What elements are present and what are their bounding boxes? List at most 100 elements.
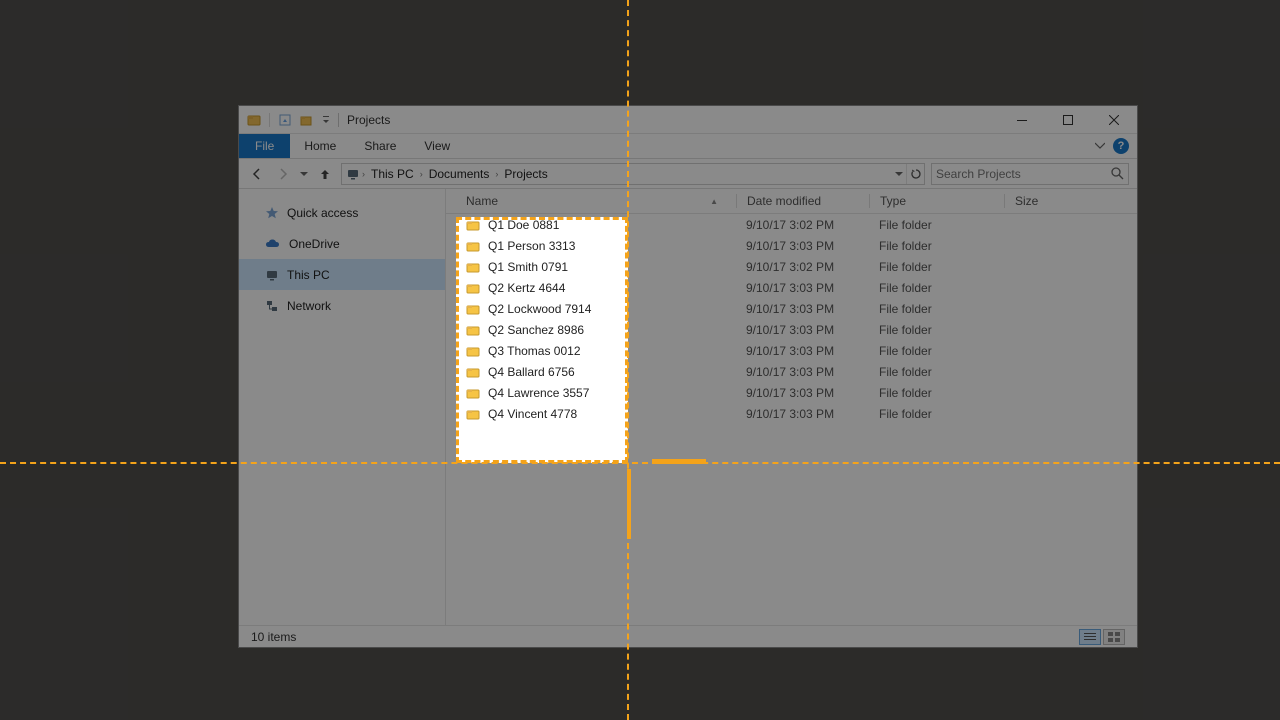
close-button[interactable] <box>1091 106 1137 133</box>
view-large-icons-button[interactable] <box>1103 629 1125 645</box>
file-row[interactable]: Q1 Smith 07919/10/17 3:02 PMFile folder <box>446 256 1137 277</box>
file-row[interactable]: Q4 Vincent 47789/10/17 3:03 PMFile folde… <box>446 403 1137 424</box>
column-headers: Name ▲ Date modified Type Size <box>446 189 1137 214</box>
pc-icon <box>265 268 279 282</box>
search-placeholder: Search Projects <box>936 167 1021 181</box>
file-name: Q3 Thomas 0012 <box>488 344 581 358</box>
file-name: Q1 Smith 0791 <box>488 260 568 274</box>
search-input[interactable]: Search Projects <box>931 163 1129 185</box>
ribbon-expand-icon[interactable] <box>1095 139 1105 153</box>
help-icon[interactable]: ? <box>1113 138 1129 154</box>
quick-access-toolbar <box>239 113 330 127</box>
address-bar[interactable]: › This PC › Documents › Projects <box>341 163 925 185</box>
file-type: File folder <box>869 365 1003 379</box>
search-icon <box>1110 166 1124 183</box>
explorer-window: Projects File Home Share View ? › This P… <box>238 105 1138 648</box>
folder-icon <box>466 218 480 232</box>
file-name: Q1 Doe 0881 <box>488 218 559 232</box>
status-bar: 10 items <box>239 625 1137 647</box>
minimize-button[interactable] <box>999 106 1045 133</box>
tab-share[interactable]: Share <box>350 134 410 158</box>
file-date: 9/10/17 3:02 PM <box>736 218 869 232</box>
navitem-onedrive[interactable]: OneDrive <box>239 228 445 259</box>
file-row[interactable]: Q2 Kertz 46449/10/17 3:03 PMFile folder <box>446 277 1137 298</box>
folder-icon <box>466 407 480 421</box>
column-header-size[interactable]: Size <box>1005 194 1137 208</box>
explorer-icon <box>247 113 261 127</box>
status-item-count: 10 items <box>251 630 296 644</box>
view-details-button[interactable] <box>1079 629 1101 645</box>
window-controls <box>999 106 1137 133</box>
file-type: File folder <box>869 281 1003 295</box>
file-row[interactable]: Q1 Doe 0881 9/10/17 3:02 PMFile folder <box>446 214 1137 235</box>
qat-separator <box>269 113 270 127</box>
file-type: File folder <box>869 218 1003 232</box>
properties-icon[interactable] <box>278 113 292 127</box>
tab-home[interactable]: Home <box>290 134 350 158</box>
file-row[interactable]: Q3 Thomas 00129/10/17 3:03 PMFile folder <box>446 340 1137 361</box>
file-row[interactable]: Q4 Ballard 6756 9/10/17 3:03 PMFile folde… <box>446 361 1137 382</box>
folder-icon <box>466 344 480 358</box>
navitem-quick-access[interactable]: Quick access <box>239 197 445 228</box>
navitem-network[interactable]: Network <box>239 290 445 321</box>
chevron-right-icon: › <box>362 169 365 179</box>
breadcrumb-this-pc[interactable]: This PC <box>367 167 418 181</box>
navigation-bar: › This PC › Documents › Projects Search … <box>239 159 1137 189</box>
file-row[interactable]: Q2 Sanchez 89869/10/17 3:03 PMFile folde… <box>446 319 1137 340</box>
star-icon <box>265 206 279 220</box>
column-label: Name <box>466 194 498 208</box>
file-type: File folder <box>869 239 1003 253</box>
file-date: 9/10/17 3:03 PM <box>736 386 869 400</box>
tab-view[interactable]: View <box>410 134 464 158</box>
nav-up-button[interactable] <box>315 164 335 184</box>
navitem-label: This PC <box>287 268 330 282</box>
file-row[interactable]: Q1 Person 33139/10/17 3:03 PMFile folder <box>446 235 1137 256</box>
column-header-type[interactable]: Type <box>870 194 1004 208</box>
navitem-label: Network <box>287 299 331 313</box>
folder-icon <box>466 239 480 253</box>
file-type: File folder <box>869 260 1003 274</box>
file-name: Q4 Ballard 6756 <box>488 365 575 379</box>
file-name: Q4 Lawrence 3557 <box>488 386 589 400</box>
chevron-right-icon: › <box>420 169 423 179</box>
explorer-body: Quick access OneDrive This PC Network Na… <box>239 189 1137 625</box>
navitem-label: Quick access <box>287 206 358 220</box>
navitem-this-pc[interactable]: This PC <box>239 259 445 290</box>
refresh-button[interactable] <box>906 164 924 184</box>
sort-asc-icon: ▲ <box>710 197 718 206</box>
window-title: Projects <box>338 113 390 127</box>
breadcrumb-projects[interactable]: Projects <box>500 167 551 181</box>
new-folder-icon[interactable] <box>300 113 314 127</box>
title-bar: Projects <box>239 106 1137 134</box>
nav-forward-button[interactable] <box>273 164 293 184</box>
address-dropdown-icon[interactable] <box>892 164 906 184</box>
file-name: Q2 Kertz 4644 <box>488 281 565 295</box>
file-row[interactable]: Q2 Lockwood 79149/10/17 3:03 PMFile fold… <box>446 298 1137 319</box>
folder-icon <box>466 260 480 274</box>
folder-icon <box>466 386 480 400</box>
nav-back-button[interactable] <box>247 164 267 184</box>
qat-customize-icon[interactable] <box>322 113 330 127</box>
chevron-right-icon: › <box>495 169 498 179</box>
file-date: 9/10/17 3:03 PM <box>736 365 869 379</box>
file-rows: Q1 Doe 08819/10/17 3:02 PMFile folderQ1 … <box>446 214 1137 625</box>
file-name: Q2 Lockwood 7914 <box>488 302 591 316</box>
thumbnails-icon <box>1108 632 1120 642</box>
pc-icon <box>346 167 360 181</box>
file-date: 9/10/17 3:03 PM <box>736 302 869 316</box>
file-row[interactable]: Q4 Lawrence 35579/10/17 3:03 PMFile fold… <box>446 382 1137 403</box>
ribbon-tabs: File Home Share View ? <box>239 134 1137 159</box>
file-type: File folder <box>869 407 1003 421</box>
nav-recent-button[interactable] <box>299 164 309 184</box>
breadcrumb-documents[interactable]: Documents <box>425 167 494 181</box>
file-list-pane: Name ▲ Date modified Type Size Q1 Doe 08… <box>446 189 1137 625</box>
network-icon <box>265 299 279 313</box>
file-type: File folder <box>869 323 1003 337</box>
column-header-date[interactable]: Date modified <box>737 194 869 208</box>
cloud-icon <box>265 237 281 251</box>
file-name: Q4 Vincent 4778 <box>488 407 577 421</box>
tab-file[interactable]: File <box>239 134 290 158</box>
folder-icon <box>466 323 480 337</box>
maximize-button[interactable] <box>1045 106 1091 133</box>
column-header-name[interactable]: Name ▲ <box>446 194 736 208</box>
